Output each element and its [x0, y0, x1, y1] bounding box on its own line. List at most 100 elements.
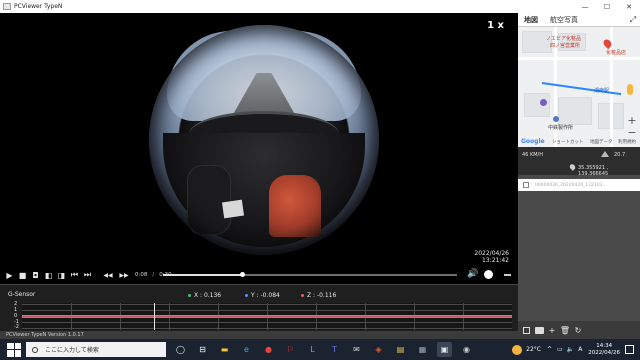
y-tick-label: -2 — [14, 324, 19, 330]
map-label-company: 中鉄製作所 — [548, 125, 574, 131]
timestamp-date: 2022/04/26 — [474, 250, 509, 257]
photos-icon[interactable]: ▦ — [415, 342, 430, 357]
map-block — [558, 97, 592, 125]
zoom-out-button[interactable]: − — [626, 127, 638, 139]
fisheye-camera-frame — [149, 25, 379, 255]
tab-satellite[interactable]: 航空写真 — [544, 13, 584, 27]
video-view[interactable]: 1 x 2022/04/26 13:21:42 — [0, 13, 518, 266]
snapshot-button[interactable]: ◘ — [29, 269, 42, 282]
file-name: 00000036_20220426_132103... — [535, 182, 607, 188]
ime-indicator[interactable]: A — [578, 346, 582, 353]
file-checkbox[interactable] — [523, 182, 529, 188]
map-label-store2: 四ノ宮営業所 — [550, 43, 581, 49]
acrobat-icon[interactable]: ⚐ — [283, 342, 298, 357]
right-panel: 地図 航空写真 ⤢ ノエビア化粧品 四ノ宮営業所 化粧品店 湖南駅 中鉄製作所 … — [518, 13, 640, 339]
add-file-button[interactable]: + — [547, 325, 557, 335]
delete-button[interactable]: 🗑 — [560, 325, 570, 335]
seek-handle[interactable] — [240, 272, 246, 277]
google-logo: Google — [521, 138, 545, 145]
map-label-store: ノエビア化粧品 — [546, 36, 582, 42]
lens-vignette — [149, 25, 379, 255]
gps-info-bar: 46 KM/H 20.7 35.355921 , 139.366645 — [518, 147, 640, 177]
playback-speed[interactable]: 1 x — [487, 20, 504, 31]
notes-icon[interactable]: ▤ — [393, 342, 408, 357]
map-footer-terms[interactable]: 利用規約 — [618, 139, 636, 145]
frame-next-button[interactable]: ◨ — [55, 269, 68, 282]
search-icon — [32, 346, 38, 353]
system-tray: 22°C ^ ▭ 🔈 A 14:34 2022/04/26 — [512, 343, 640, 357]
skip-start-button[interactable]: ⏮ — [68, 269, 81, 282]
chrome-icon[interactable]: ● — [261, 342, 276, 357]
speaker-icon[interactable]: 🔈 — [567, 346, 574, 353]
altitude-readout: 20.7 — [614, 152, 626, 158]
taskbar-search[interactable]: ここに入力して検索 — [26, 342, 166, 357]
volume-slider-track[interactable] — [504, 274, 511, 276]
playhead-marker — [154, 303, 155, 330]
g-sensor-plot[interactable]: 2 1 0 -1 -2 — [14, 302, 512, 330]
street-view-pegman-icon[interactable] — [627, 84, 633, 95]
frame-prev-button[interactable]: ◧ — [42, 269, 55, 282]
line-icon[interactable]: L — [305, 342, 320, 357]
volume-slider-handle[interactable] — [484, 270, 493, 279]
clock-time: 14:34 — [596, 342, 613, 349]
temperature[interactable]: 22°C — [526, 346, 541, 353]
timestamp-time: 13:21:42 — [482, 257, 509, 264]
fullscreen-icon[interactable]: ⤢ — [626, 15, 640, 25]
map-road — [518, 57, 640, 60]
tab-map[interactable]: 地図 — [518, 13, 544, 27]
select-all-button[interactable] — [521, 325, 531, 335]
title-bar: PCViewer TypeN — ☐ ✕ — [0, 0, 640, 13]
close-button[interactable]: ✕ — [618, 3, 640, 11]
clock[interactable]: 14:34 2022/04/26 — [588, 343, 620, 357]
legend-z: Z : -0.116 — [301, 292, 336, 299]
speed-readout: 46 KM/H — [522, 152, 543, 158]
company-pin-icon — [553, 116, 559, 122]
version-bar: PCViewer TypeN Version 1.0.17 — [0, 331, 518, 339]
windows-start-icon[interactable] — [7, 342, 21, 357]
z-trace — [22, 316, 512, 317]
refresh-button[interactable]: ↻ — [573, 325, 583, 335]
volume-icon[interactable]: 🔊 — [467, 269, 479, 281]
file-list: 00000036_20220426_132103... — [518, 175, 640, 321]
rewind-button[interactable]: ◀◀ — [100, 269, 116, 282]
seek-bar[interactable] — [163, 272, 457, 277]
edge-icon[interactable]: e — [239, 342, 254, 357]
teams-icon[interactable]: T — [327, 342, 342, 357]
pcviewer-icon[interactable]: ▣ — [437, 342, 452, 357]
map-label-store3: 化粧品店 — [606, 50, 627, 56]
task-view-icon[interactable]: ⊟ — [195, 342, 210, 357]
legend-x-label: X : 0.136 — [194, 292, 222, 299]
taskbar-apps: ⊟ ▬ e ● ⚐ L T ✉ ◈ ▤ ▦ ▣ ◉ — [188, 342, 474, 357]
forward-button[interactable]: ▶▶ — [116, 269, 132, 282]
maximize-button[interactable]: ☐ — [596, 3, 618, 11]
files-icon[interactable]: ▬ — [217, 342, 232, 357]
time-separator: / — [152, 272, 155, 278]
stop-button[interactable]: ■ — [16, 269, 29, 282]
map-tabs: 地図 航空写真 ⤢ — [518, 13, 640, 27]
office-icon[interactable]: ◈ — [371, 342, 386, 357]
tray-chevron-icon[interactable]: ^ — [547, 346, 552, 353]
mail-icon[interactable]: ✉ — [349, 342, 364, 357]
current-time: 0:08 — [135, 272, 148, 278]
map-footer-shortcut[interactable]: ショートカット — [552, 139, 584, 145]
map-view[interactable]: ノエビア化粧品 四ノ宮営業所 化粧品店 湖南駅 中鉄製作所 + − Google… — [518, 27, 640, 147]
clock-date: 2022/04/26 — [588, 349, 620, 356]
video-timestamp: 2022/04/26 13:21:42 — [474, 250, 509, 264]
task-view-button[interactable]: ◯ — [173, 342, 188, 357]
g-sensor-title: G-Sensor — [8, 291, 36, 298]
network-icon[interactable]: ▭ — [557, 346, 563, 353]
list-item[interactable]: 00000036_20220426_132103... — [518, 179, 640, 191]
open-folder-button[interactable] — [534, 325, 544, 335]
viewer-icon[interactable]: ◉ — [459, 342, 474, 357]
legend-y-label: Y : -0.084 — [251, 292, 280, 299]
search-placeholder: ここに入力して検索 — [45, 347, 99, 354]
play-button[interactable]: ▶ — [3, 269, 16, 282]
notification-icon[interactable] — [625, 345, 634, 354]
legend-z-label: Z : -0.116 — [307, 292, 337, 299]
minimize-button[interactable]: — — [574, 3, 596, 11]
skip-end-button[interactable]: ⏭ — [81, 269, 94, 282]
windows-taskbar: ここに入力して検索 ◯ ⊟ ▬ e ● ⚐ L T ✉ ◈ ▤ ▦ ▣ ◉ 22°C ^ ▭ 🔈 A 1… — [0, 339, 640, 360]
folder-icon — [534, 326, 544, 334]
weather-icon[interactable] — [512, 344, 523, 355]
map-footer-data[interactable]: 地図データ — [590, 139, 613, 145]
